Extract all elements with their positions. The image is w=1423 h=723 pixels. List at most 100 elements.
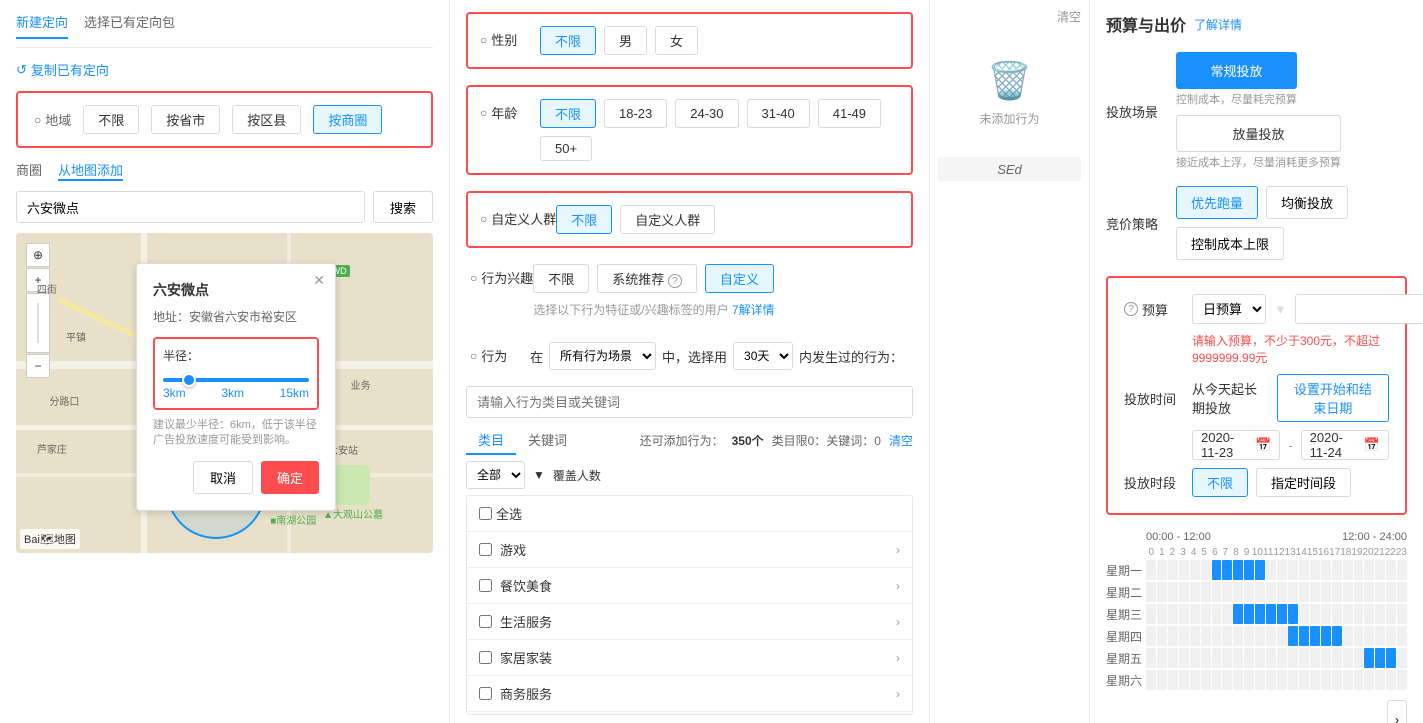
hour-cell-星期四-18[interactable] xyxy=(1343,626,1353,646)
region-circle-btn[interactable]: 按商圈 xyxy=(313,105,382,134)
map-search-input[interactable] xyxy=(16,191,365,223)
hour-cell-星期三-21[interactable] xyxy=(1375,604,1385,624)
cat-item-business[interactable]: 商务服务 › xyxy=(467,676,912,712)
hour-cell-星期五-16[interactable] xyxy=(1321,648,1331,668)
copy-targeting-btn[interactable]: ↺ 复制已有定向 xyxy=(16,60,433,79)
hour-cell-星期四-13[interactable] xyxy=(1288,626,1298,646)
hour-cell-星期一-10[interactable] xyxy=(1255,560,1265,580)
hour-cell-星期二-18[interactable] xyxy=(1343,582,1353,602)
slot-unlimited-btn[interactable]: 不限 xyxy=(1192,468,1248,497)
zoom-out-btn[interactable]: − xyxy=(26,354,50,378)
end-date-input[interactable]: 2020-11-24 📅 xyxy=(1301,430,1389,460)
region-unlimited-btn[interactable]: 不限 xyxy=(83,105,139,134)
hour-cell-星期二-3[interactable] xyxy=(1179,582,1189,602)
hour-cell-星期三-23[interactable] xyxy=(1397,604,1407,624)
cat-checkbox-life[interactable] xyxy=(479,615,492,628)
hour-cell-星期六-4[interactable] xyxy=(1190,670,1200,690)
region-province-btn[interactable]: 按省市 xyxy=(151,105,220,134)
hour-cell-星期四-12[interactable] xyxy=(1277,626,1287,646)
age-18-23-btn[interactable]: 18-23 xyxy=(604,99,667,128)
hour-cell-星期三-5[interactable] xyxy=(1201,604,1211,624)
cat-checkbox-home[interactable] xyxy=(479,651,492,664)
hour-cell-星期四-15[interactable] xyxy=(1310,626,1320,646)
hour-cell-星期六-20[interactable] xyxy=(1364,670,1374,690)
hour-cell-星期一-8[interactable] xyxy=(1233,560,1243,580)
age-unlimited-btn[interactable]: 不限 xyxy=(540,99,596,128)
tab-category[interactable]: 类目 xyxy=(466,426,516,455)
hour-cell-星期四-23[interactable] xyxy=(1397,626,1407,646)
hour-cell-星期三-0[interactable] xyxy=(1146,604,1156,624)
hour-cell-星期二-2[interactable] xyxy=(1168,582,1178,602)
hour-cell-星期四-1[interactable] xyxy=(1157,626,1167,646)
behavior-day-select[interactable]: 30天 xyxy=(733,342,793,370)
hour-cell-星期一-23[interactable] xyxy=(1397,560,1407,580)
hour-cell-星期一-9[interactable] xyxy=(1244,560,1254,580)
hour-cell-星期四-17[interactable] xyxy=(1332,626,1342,646)
age-41-49-btn[interactable]: 41-49 xyxy=(818,99,881,128)
hour-cell-星期一-1[interactable] xyxy=(1157,560,1167,580)
strategy-balanced-btn[interactable]: 均衡投放 xyxy=(1266,186,1348,219)
hour-cell-星期二-11[interactable] xyxy=(1266,582,1276,602)
hour-cell-星期六-19[interactable] xyxy=(1354,670,1364,690)
hour-cell-星期六-9[interactable] xyxy=(1244,670,1254,690)
hour-cell-星期五-15[interactable] xyxy=(1310,648,1320,668)
hour-cell-星期二-10[interactable] xyxy=(1255,582,1265,602)
hour-cell-星期三-2[interactable] xyxy=(1168,604,1178,624)
hour-cell-星期三-20[interactable] xyxy=(1364,604,1374,624)
hour-cell-星期六-0[interactable] xyxy=(1146,670,1156,690)
hour-cell-星期三-16[interactable] xyxy=(1321,604,1331,624)
age-24-30-btn[interactable]: 24-30 xyxy=(675,99,738,128)
select-all-checkbox[interactable] xyxy=(479,507,492,520)
hour-cell-星期六-14[interactable] xyxy=(1299,670,1309,690)
expand-chevron-btn[interactable]: › xyxy=(1387,700,1407,723)
behavior-learn-more[interactable]: 7解详情 xyxy=(732,303,775,317)
popup-confirm-btn[interactable]: 确定 xyxy=(261,461,319,494)
hour-cell-星期四-21[interactable] xyxy=(1375,626,1385,646)
hour-cell-星期五-1[interactable] xyxy=(1157,648,1167,668)
hour-cell-星期二-4[interactable] xyxy=(1190,582,1200,602)
hour-cell-星期一-3[interactable] xyxy=(1179,560,1189,580)
hour-cell-星期五-2[interactable] xyxy=(1168,648,1178,668)
cat-item-select-all[interactable]: 全选 xyxy=(467,496,912,532)
compass-btn[interactable]: ⊕ xyxy=(26,243,50,267)
hour-cell-星期五-9[interactable] xyxy=(1244,648,1254,668)
hour-cell-星期二-9[interactable] xyxy=(1244,582,1254,602)
gender-male-btn[interactable]: 男 xyxy=(604,26,647,55)
hour-cell-星期五-4[interactable] xyxy=(1190,648,1200,668)
cat-checkbox-games[interactable] xyxy=(479,543,492,556)
hour-cell-星期一-18[interactable] xyxy=(1343,560,1353,580)
hour-cell-星期四-10[interactable] xyxy=(1255,626,1265,646)
behavior-custom-btn[interactable]: 自定义 xyxy=(705,264,774,293)
hour-cell-星期三-6[interactable] xyxy=(1212,604,1222,624)
tab-existing-package[interactable]: 选择已有定向包 xyxy=(84,12,175,39)
cat-item-electronics[interactable]: 家电数码 › xyxy=(467,712,912,715)
hour-cell-星期五-13[interactable] xyxy=(1288,648,1298,668)
hour-cell-星期二-22[interactable] xyxy=(1386,582,1396,602)
tab-keyword[interactable]: 关键词 xyxy=(516,426,579,455)
hour-cell-星期三-12[interactable] xyxy=(1277,604,1287,624)
hour-cell-星期六-6[interactable] xyxy=(1212,670,1222,690)
hour-cell-星期二-12[interactable] xyxy=(1277,582,1287,602)
hour-cell-星期二-20[interactable] xyxy=(1364,582,1374,602)
crowd-custom-btn[interactable]: 自定义人群 xyxy=(620,205,715,234)
hour-cell-星期一-17[interactable] xyxy=(1332,560,1342,580)
hour-cell-星期六-8[interactable] xyxy=(1233,670,1243,690)
hour-cell-星期三-17[interactable] xyxy=(1332,604,1342,624)
hour-cell-星期四-11[interactable] xyxy=(1266,626,1276,646)
clear-btn[interactable]: 清空 xyxy=(889,432,913,449)
hour-cell-星期三-9[interactable] xyxy=(1244,604,1254,624)
hour-cell-星期三-11[interactable] xyxy=(1266,604,1276,624)
hour-cell-星期五-21[interactable] xyxy=(1375,648,1385,668)
hour-cell-星期六-5[interactable] xyxy=(1201,670,1211,690)
hour-cell-星期二-1[interactable] xyxy=(1157,582,1167,602)
hour-cell-星期二-5[interactable] xyxy=(1201,582,1211,602)
hour-cell-星期一-15[interactable] xyxy=(1310,560,1320,580)
hour-cell-星期一-13[interactable] xyxy=(1288,560,1298,580)
hour-cell-星期五-10[interactable] xyxy=(1255,648,1265,668)
hour-cell-星期三-7[interactable] xyxy=(1222,604,1232,624)
hour-cell-星期四-14[interactable] xyxy=(1299,626,1309,646)
hour-cell-星期六-21[interactable] xyxy=(1375,670,1385,690)
hour-cell-星期二-15[interactable] xyxy=(1310,582,1320,602)
budget-info-icon[interactable]: ? xyxy=(1124,302,1138,316)
radius-opt-2[interactable]: 3km xyxy=(221,386,244,400)
